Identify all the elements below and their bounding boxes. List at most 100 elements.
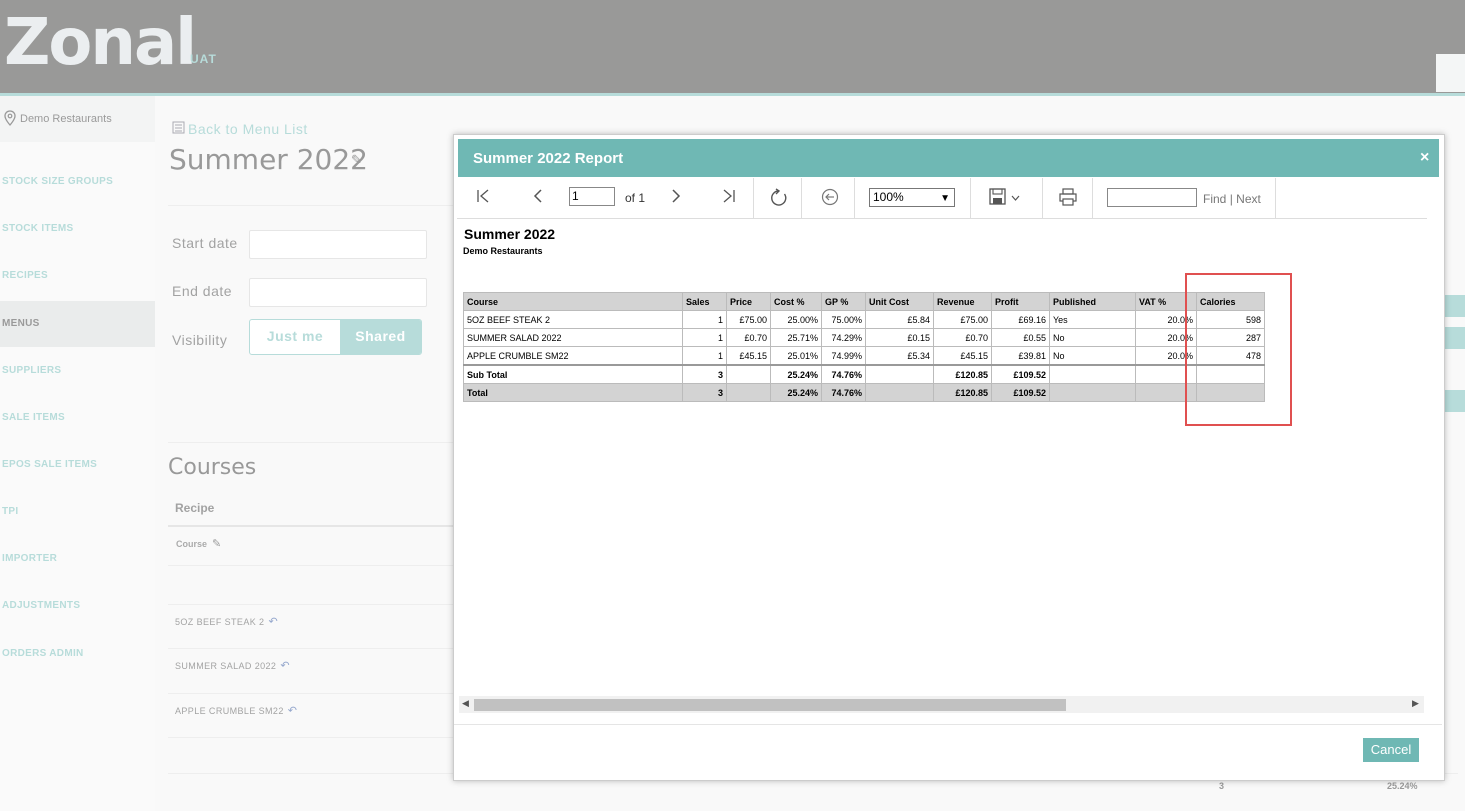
scrollbar-thumb[interactable] [474, 699, 1066, 711]
find-next-controls: Find | Next [1203, 192, 1261, 206]
total-profit: £109.52 [991, 383, 1050, 402]
toolbar-divider [753, 178, 754, 218]
first-page-icon[interactable] [475, 188, 491, 208]
column-header: Cost % [770, 292, 822, 311]
toolbar-divider [1092, 178, 1093, 218]
subtotal-revenue: £120.85 [933, 364, 992, 384]
column-header: Sales [682, 292, 727, 311]
cell-sales: 1 [682, 310, 727, 329]
modal-title: Summer 2022 Report [473, 150, 624, 167]
cell-unit-cost: £5.84 [865, 310, 934, 329]
toolbar-divider [970, 178, 971, 218]
toolbar-divider [1042, 178, 1043, 218]
column-header: Published [1049, 292, 1136, 311]
horizontal-scrollbar[interactable]: ◀ ▶ [459, 696, 1424, 713]
cell-gp: 74.29% [821, 328, 866, 347]
subtotal-label: Sub Total [463, 364, 683, 384]
refresh-icon[interactable] [769, 188, 789, 212]
empty-cell [1049, 364, 1136, 384]
cell-course: 5OZ BEEF STEAK 2 [463, 310, 683, 329]
empty-cell [726, 383, 771, 402]
cell-profit: £69.16 [991, 310, 1050, 329]
column-header: Profit [991, 292, 1050, 311]
toolbar-divider [854, 178, 855, 218]
column-header: Unit Cost [865, 292, 934, 311]
total-label: Total [463, 383, 683, 402]
cell-cost: 25.71% [770, 328, 822, 347]
subtotal-gp: 74.76% [821, 364, 866, 384]
report-modal: Summer 2022 Report × 1 of 1 100% ▼ Find … [453, 134, 1445, 781]
previous-page-icon[interactable] [531, 188, 545, 208]
report-title: Summer 2022 [464, 226, 556, 242]
last-page-icon[interactable] [721, 188, 737, 208]
cell-revenue: £75.00 [933, 310, 992, 329]
cell-published: No [1049, 328, 1136, 347]
cell-gp: 75.00% [821, 310, 866, 329]
zoom-select[interactable]: 100% ▼ [869, 188, 955, 207]
toolbar-divider [801, 178, 802, 218]
page-count: of 1 [625, 191, 646, 205]
cell-cost: 25.00% [770, 310, 822, 329]
cell-course: APPLE CRUMBLE SM22 [463, 346, 683, 366]
cell-sales: 1 [682, 346, 727, 366]
report-table: Course Sales Price Cost % GP % Unit Cost… [463, 292, 1265, 402]
scroll-left-icon[interactable]: ◀ [462, 698, 469, 709]
cell-gp: 74.99% [821, 346, 866, 366]
cell-price: £45.15 [726, 346, 771, 366]
next-page-icon[interactable] [669, 188, 683, 208]
column-header: Revenue [933, 292, 992, 311]
cell-sales: 1 [682, 328, 727, 347]
next-link[interactable]: Next [1236, 192, 1261, 206]
cell-profit: £39.81 [991, 346, 1050, 366]
page-number-input[interactable]: 1 [569, 187, 615, 206]
save-export-icon[interactable] [989, 188, 1021, 210]
modal-header: Summer 2022 Report × [458, 139, 1439, 177]
cell-published: Yes [1049, 310, 1136, 329]
toolbar-divider [1275, 178, 1276, 218]
cell-unit-cost: £0.15 [865, 328, 934, 347]
dropdown-caret-icon: ▼ [940, 193, 950, 204]
back-arrow-icon[interactable] [821, 188, 839, 210]
find-separator: | [1229, 192, 1233, 206]
total-gp: 74.76% [821, 383, 866, 402]
empty-cell [865, 383, 934, 402]
table-row: 5OZ BEEF STEAK 2 1 £75.00 25.00% 75.00% … [463, 310, 1265, 329]
cell-published: No [1049, 346, 1136, 366]
table-row: APPLE CRUMBLE SM22 1 £45.15 25.01% 74.99… [463, 346, 1265, 366]
column-header: Price [726, 292, 771, 311]
column-header: GP % [821, 292, 866, 311]
total-sales: 3 [682, 383, 727, 402]
report-subtitle: Demo Restaurants [463, 246, 543, 256]
zoom-value: 100% [873, 190, 904, 204]
cell-cost: 25.01% [770, 346, 822, 366]
subtotal-profit: £109.52 [991, 364, 1050, 384]
empty-cell [865, 364, 934, 384]
find-link[interactable]: Find [1203, 192, 1226, 206]
table-header-row: Course Sales Price Cost % GP % Unit Cost… [463, 292, 1265, 311]
cell-revenue: £0.70 [933, 328, 992, 347]
scroll-right-icon[interactable]: ▶ [1412, 698, 1419, 709]
empty-cell [726, 364, 771, 384]
find-input[interactable] [1107, 188, 1197, 207]
modal-footer-divider [454, 724, 1442, 725]
cell-revenue: £45.15 [933, 346, 992, 366]
subtotal-sales: 3 [682, 364, 727, 384]
close-icon[interactable]: × [1420, 149, 1429, 167]
empty-cell [1049, 383, 1136, 402]
cell-profit: £0.55 [991, 328, 1050, 347]
column-header: Course [463, 292, 683, 311]
report-toolbar: 1 of 1 100% ▼ Find | Next [457, 178, 1427, 219]
cell-course: SUMMER SALAD 2022 [463, 328, 683, 347]
print-icon[interactable] [1059, 188, 1077, 210]
total-revenue: £120.85 [933, 383, 992, 402]
cell-price: £75.00 [726, 310, 771, 329]
calories-highlight-box [1185, 273, 1292, 426]
subtotal-cost: 25.24% [770, 364, 822, 384]
total-cost: 25.24% [770, 383, 822, 402]
cell-unit-cost: £5.34 [865, 346, 934, 366]
cell-price: £0.70 [726, 328, 771, 347]
subtotal-row: Sub Total 3 25.24% 74.76% £120.85 £109.5… [463, 364, 1265, 384]
cancel-button[interactable]: Cancel [1363, 738, 1419, 762]
total-row: Total 3 25.24% 74.76% £120.85 £109.52 [463, 383, 1265, 402]
table-row: SUMMER SALAD 2022 1 £0.70 25.71% 74.29% … [463, 328, 1265, 347]
